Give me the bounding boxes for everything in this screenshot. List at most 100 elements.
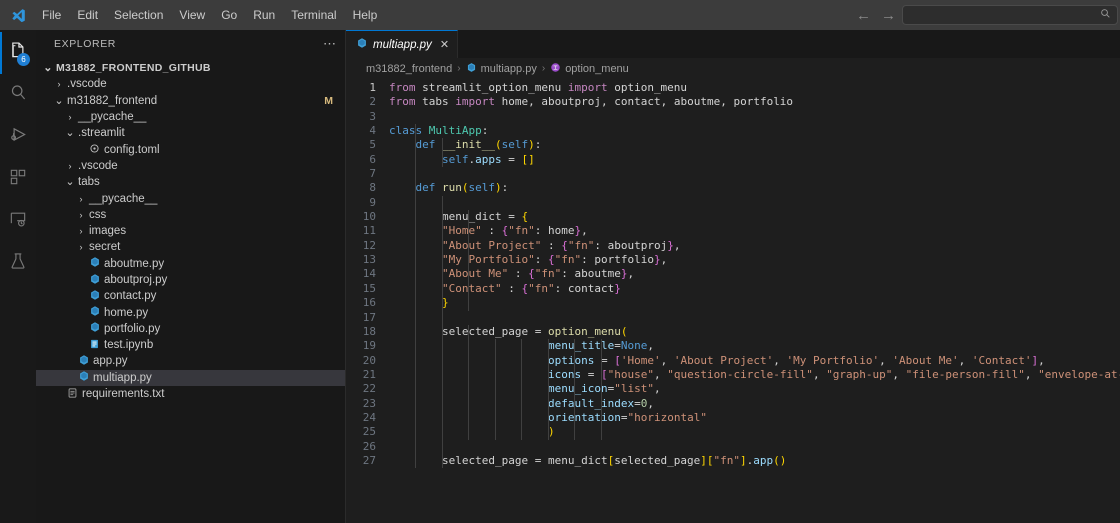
line-number: 25 [362, 425, 376, 439]
menu-selection[interactable]: Selection [106, 4, 171, 26]
breadcrumb-item-symbol[interactable]: option_menu [550, 62, 629, 76]
tree-file-item[interactable]: multiapp.py [36, 369, 345, 386]
workbench-body: 6 EXPLORER ⋯ ⌄ M31882_FRONTEND_GITHUB › … [0, 30, 1120, 523]
tree-item-label: multiapp.py [93, 371, 152, 384]
code-line-text[interactable]: "About Me" : {"fn": aboutme}, [389, 267, 634, 281]
tree-folder-item[interactable]: ⌄ tabs [36, 174, 345, 190]
code-line-text[interactable]: orientation="horizontal" [389, 411, 707, 425]
tree-item-label: .vscode [67, 78, 107, 91]
tree-item-label: contact.py [104, 290, 157, 303]
code-line: 8 def run(self): [346, 181, 1120, 195]
code-line-text[interactable]: "My Portfolio": {"fn": portfolio}, [389, 253, 667, 267]
code-line-text[interactable]: class MultiApp: [389, 124, 488, 138]
code-line-text[interactable]: default_index=0, [389, 397, 654, 411]
code-line-text[interactable]: "Home" : {"fn": home}, [389, 224, 588, 238]
tree-folder-item[interactable]: › .vscode [36, 158, 345, 174]
activity-item-search[interactable] [0, 74, 36, 116]
menu-edit[interactable]: Edit [69, 4, 106, 26]
tree-item-label: secret [89, 241, 121, 254]
tree-file-item[interactable]: home.py [36, 304, 345, 320]
code-line: 27 selected_page = menu_dict[selected_pa… [346, 454, 1120, 468]
line-number: 4 [369, 124, 376, 138]
code-line: 11 "Home" : {"fn": home}, [346, 224, 1120, 238]
tree-folder-item[interactable]: › images [36, 223, 345, 239]
tree-file-item[interactable]: app.py [36, 353, 345, 369]
code-line: 18 selected_page = option_menu( [346, 325, 1120, 339]
code-line-text[interactable]: self.apps = [] [389, 153, 535, 167]
breadcrumb-item-file[interactable]: multiapp.py [466, 62, 537, 76]
code-line: 24 orientation="horizontal" [346, 411, 1120, 425]
activity-item-explorer[interactable]: 6 [0, 32, 36, 74]
code-line-text[interactable]: menu_icon="list", [389, 382, 661, 396]
tree-item-label: home.py [104, 306, 149, 319]
code-line-text[interactable]: icons = ["house", "question-circle-fill"… [389, 368, 1120, 382]
code-line-text[interactable]: options = ['Home', 'About Project', 'My … [389, 354, 1045, 368]
tree-folder-item[interactable]: ⌄ m31882_frontend M [36, 93, 345, 109]
tree-folder-item[interactable]: › secret [36, 239, 345, 255]
tree-folder-item[interactable]: › __pycache__ [36, 190, 345, 206]
line-number: 26 [362, 439, 376, 453]
tree-folder-item[interactable]: ⌄ .streamlit [36, 125, 345, 141]
editor-tab-label: multiapp.py [373, 38, 432, 51]
arrow-right-icon[interactable]: → [881, 8, 896, 23]
code-line-text[interactable]: def __init__(self): [389, 138, 542, 152]
menu-go[interactable]: Go [213, 4, 245, 26]
activity-item-extensions[interactable] [0, 158, 36, 200]
close-icon[interactable]: ✕ [440, 38, 449, 51]
tree-folder-item[interactable]: › __pycache__ [36, 109, 345, 125]
code-line-text[interactable]: } [389, 296, 449, 310]
code-line: 13 "My Portfolio": {"fn": portfolio}, [346, 253, 1120, 267]
breadcrumb-separator: › [457, 63, 461, 74]
tree-folder-item[interactable]: › .vscode [36, 76, 345, 92]
python-icon [76, 354, 91, 369]
python-icon [87, 321, 102, 336]
tree-item-label: test.ipynb [104, 339, 154, 352]
code-line-text[interactable]: def run(self): [389, 181, 509, 195]
code-line-text[interactable]: menu_title=None, [389, 339, 654, 353]
menu-view[interactable]: View [171, 4, 213, 26]
search-icon [1100, 8, 1111, 22]
code-editor[interactable]: 1 from streamlit_option_menu import optio… [346, 79, 1120, 523]
tree-root-folder[interactable]: ⌄ M31882_FRONTEND_GITHUB [36, 60, 345, 76]
activity-item-testing[interactable] [0, 242, 36, 284]
code-line-text[interactable]: ) [389, 425, 555, 439]
code-line-text[interactable]: selected_page = option_menu( [389, 325, 627, 339]
line-number: 2 [369, 95, 376, 109]
tree-file-item[interactable]: portfolio.py [36, 321, 345, 337]
tree-file-item[interactable]: aboutme.py [36, 256, 345, 272]
menu-terminal[interactable]: Terminal [283, 4, 344, 26]
command-center-input[interactable] [902, 5, 1118, 25]
tree-item-label: config.toml [104, 143, 160, 156]
code-line-text[interactable]: from streamlit_option_menu import option… [389, 81, 687, 95]
vscode-logo-icon [0, 7, 34, 24]
python-icon [76, 370, 91, 385]
tree-file-item[interactable]: requirements.txt [36, 386, 345, 402]
tree-folder-item[interactable]: › css [36, 207, 345, 223]
code-line-text[interactable]: menu_dict = { [389, 210, 528, 224]
chevron-right-icon: › [79, 242, 83, 253]
tree-item-label: .vscode [78, 159, 118, 172]
menu-run[interactable]: Run [245, 4, 283, 26]
arrow-left-icon[interactable]: ← [856, 8, 871, 23]
activity-item-run-and-debug[interactable] [0, 116, 36, 158]
tree-file-item[interactable]: aboutproj.py [36, 272, 345, 288]
breadcrumb-item-folder[interactable]: m31882_frontend [366, 63, 452, 75]
breadcrumb-separator-2: › [541, 63, 546, 74]
code-line-text[interactable]: "Contact" : {"fn": contact} [389, 282, 621, 296]
tree-item-label: m31882_frontend [67, 94, 158, 107]
code-line: 26 [346, 440, 1120, 454]
code-line-text[interactable]: from tabs import home, aboutproj, contac… [389, 95, 793, 109]
tree-file-item[interactable]: config.toml [36, 141, 345, 157]
code-line-text[interactable]: selected_page = menu_dict[selected_page]… [389, 454, 786, 468]
notebook-icon [87, 338, 102, 353]
tree-file-item[interactable]: test.ipynb [36, 337, 345, 353]
ellipsis-icon[interactable]: ⋯ [323, 36, 337, 52]
editor-tab-multiapp-py[interactable]: multiapp.py ✕ [346, 30, 459, 58]
editor-tab-bar: multiapp.py ✕ [346, 30, 1120, 58]
menu-file[interactable]: File [34, 4, 69, 26]
activity-bar: 6 [0, 30, 36, 523]
tree-file-item[interactable]: contact.py [36, 288, 345, 304]
menu-help[interactable]: Help [345, 4, 386, 26]
activity-item-remote-explorer[interactable] [0, 200, 36, 242]
code-line-text[interactable]: "About Project" : {"fn": aboutproj}, [389, 239, 680, 253]
